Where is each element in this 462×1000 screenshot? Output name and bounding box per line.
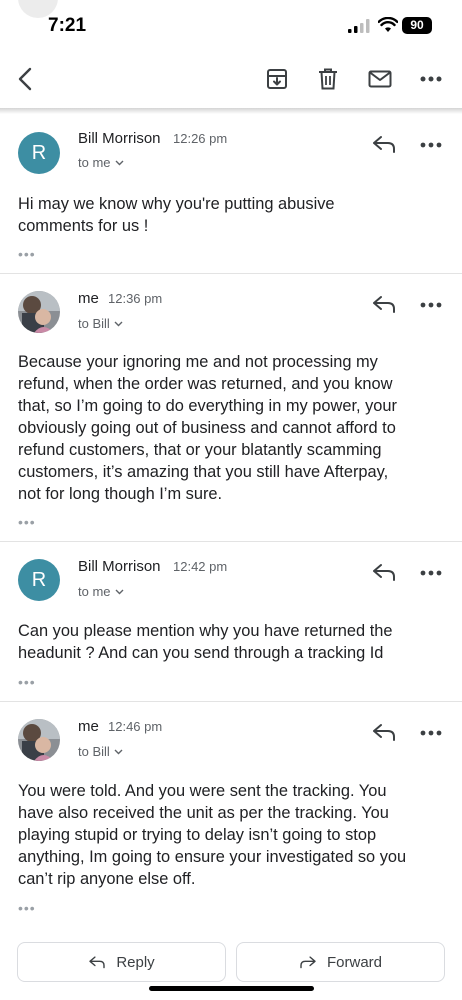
message-time: 12:36 pm (108, 291, 163, 306)
reply-icon (89, 956, 106, 969)
recipient-toggle[interactable]: to Bill (78, 744, 123, 759)
more-options-icon[interactable] (418, 66, 444, 92)
chevron-down-icon (114, 321, 123, 326)
trash-icon[interactable] (315, 66, 341, 92)
forward-button[interactable]: Forward (236, 942, 445, 982)
message-card[interactable]: R Bill Morrison 12:26 pm to me Hi may we… (0, 118, 462, 274)
cellular-signal-icon (348, 19, 370, 33)
show-trimmed-content-button[interactable]: ••• (18, 247, 36, 261)
more-options-icon[interactable] (420, 142, 442, 148)
sender-name: me (78, 718, 99, 735)
chevron-down-icon (115, 589, 124, 594)
sender-name: me (78, 290, 99, 307)
recipient-label: to me (78, 584, 111, 599)
recipient-label: to me (78, 155, 111, 170)
show-trimmed-content-button[interactable]: ••• (18, 515, 36, 529)
recipient-toggle[interactable]: to Bill (78, 316, 123, 331)
forward-icon (300, 956, 316, 969)
mail-icon[interactable] (367, 66, 393, 92)
archive-icon[interactable] (264, 66, 290, 92)
battery-indicator: 90 (402, 17, 432, 34)
more-options-icon[interactable] (420, 302, 442, 308)
recipient-label: to Bill (78, 316, 110, 331)
message-time: 12:26 pm (173, 131, 228, 146)
message-time: 12:42 pm (173, 559, 228, 574)
recipient-toggle[interactable]: to me (78, 584, 124, 599)
message-card[interactable]: me 12:36 pm to Bill Because your ignorin… (0, 274, 462, 542)
sender-name: Bill Morrison (78, 130, 161, 147)
show-trimmed-content-button[interactable]: ••• (18, 901, 36, 915)
message-card[interactable]: me 12:46 pm to Bill You were told. And y… (0, 702, 462, 930)
avatar (18, 291, 60, 333)
reply-icon[interactable] (372, 722, 396, 742)
reply-button[interactable]: Reply (17, 942, 226, 982)
message-body: Because your ignoring me and not process… (18, 353, 398, 503)
reply-icon[interactable] (372, 562, 396, 582)
message-body: Hi may we know why you're putting abusiv… (18, 195, 335, 235)
wifi-icon (378, 17, 398, 32)
forward-label: Forward (326, 953, 382, 971)
toolbar-shadow (0, 108, 462, 114)
home-indicator[interactable] (149, 986, 314, 991)
avatar: R (18, 132, 60, 174)
recipient-label: to Bill (78, 744, 110, 759)
reply-icon[interactable] (372, 134, 396, 154)
message-body: You were told. And you were sent the tra… (18, 782, 407, 888)
message-body: Can you please mention why you have retu… (18, 622, 393, 662)
chevron-down-icon (115, 160, 124, 165)
back-arrow-icon[interactable] (12, 66, 38, 92)
more-options-icon[interactable] (420, 730, 442, 736)
show-trimmed-content-button[interactable]: ••• (18, 675, 36, 689)
more-options-icon[interactable] (420, 570, 442, 576)
sender-name: Bill Morrison (78, 558, 161, 575)
email-toolbar (0, 52, 462, 110)
status-time: 7:21 (48, 15, 87, 36)
reply-label: Reply (116, 953, 155, 971)
recipient-toggle[interactable]: to me (78, 155, 124, 170)
avatar: R (18, 559, 60, 601)
avatar (18, 719, 60, 761)
chevron-down-icon (114, 749, 123, 754)
message-card[interactable]: R Bill Morrison 12:42 pm to me Can you p… (0, 542, 462, 702)
status-bar: 7:21 90 (0, 0, 462, 52)
message-time: 12:46 pm (108, 719, 163, 734)
reply-icon[interactable] (372, 294, 396, 314)
